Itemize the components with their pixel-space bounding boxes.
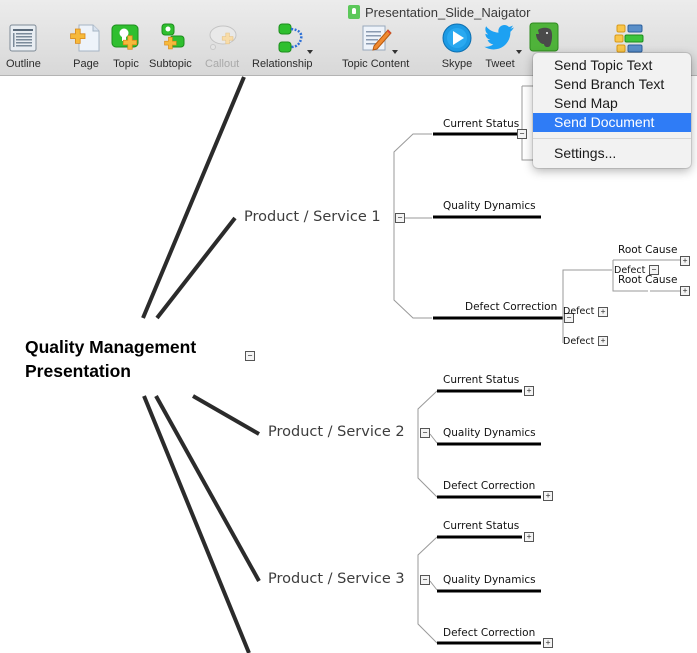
topic-quality-dynamics[interactable]: Quality Dynamics bbox=[443, 200, 536, 212]
topic-current-status[interactable]: Current Status bbox=[443, 118, 519, 130]
central-topic-line1: Quality Management bbox=[25, 337, 197, 357]
ps1-connectors bbox=[393, 133, 432, 319]
menu-item-send-document[interactable]: Send Document bbox=[533, 113, 691, 132]
branch-line-ps2 bbox=[192, 394, 260, 436]
topic-defect-correction[interactable]: Defect Correction bbox=[443, 480, 535, 492]
menu-item-send-branch-text[interactable]: Send Branch Text bbox=[533, 75, 691, 94]
expand-defect-correction-toggle[interactable]: + bbox=[543, 638, 553, 648]
menu-item-send-topic-text[interactable]: Send Topic Text bbox=[533, 56, 691, 75]
expand-current-status-toggle[interactable]: + bbox=[524, 386, 534, 396]
evernote-dropdown-menu: Send Topic Text Send Branch Text Send Ma… bbox=[533, 53, 691, 168]
menu-separator bbox=[533, 138, 691, 139]
topic-product-service-2[interactable]: Product / Service 2 bbox=[268, 424, 405, 440]
collapse-ps2-toggle[interactable]: − bbox=[420, 428, 430, 438]
menu-item-settings[interactable]: Settings... bbox=[533, 144, 691, 163]
topic-root-cause[interactable]: Root Cause bbox=[618, 244, 677, 256]
collapse-central-toggle[interactable]: − bbox=[245, 351, 255, 361]
branch-line bbox=[141, 76, 246, 319]
topic-defect[interactable]: Defect bbox=[563, 306, 594, 317]
collapse-ps3-toggle[interactable]: − bbox=[420, 575, 430, 585]
topic-defect-correction[interactable]: Defect Correction bbox=[465, 301, 557, 313]
expand-root-cause-toggle[interactable]: + bbox=[680, 286, 690, 296]
expand-defect-correction-toggle[interactable]: + bbox=[543, 491, 553, 501]
topic-product-service-3[interactable]: Product / Service 3 bbox=[268, 571, 405, 587]
branch-line-ps1 bbox=[155, 216, 237, 320]
expand-defect-toggle[interactable]: + bbox=[598, 336, 608, 346]
topic-defect-correction[interactable]: Defect Correction bbox=[443, 627, 535, 639]
ps3-connectors bbox=[417, 536, 438, 644]
topic-product-service-1[interactable]: Product / Service 1 bbox=[244, 209, 381, 225]
topic-defect[interactable]: Defect bbox=[563, 336, 594, 347]
app-window: Presentation_Slide_Naigator Outline Page… bbox=[0, 0, 697, 653]
ps2-connectors bbox=[417, 390, 438, 498]
menu-item-send-map[interactable]: Send Map bbox=[533, 94, 691, 113]
central-topic-line2: Presentation bbox=[25, 361, 131, 381]
collapse-ps1-toggle[interactable]: − bbox=[395, 213, 405, 223]
topic-root-cause[interactable]: Root Cause bbox=[618, 274, 677, 286]
branch-line bbox=[142, 395, 251, 653]
topic-current-status[interactable]: Current Status bbox=[443, 520, 519, 532]
topic-quality-dynamics[interactable]: Quality Dynamics bbox=[443, 427, 536, 439]
central-topic[interactable]: Quality Management Presentation bbox=[25, 335, 196, 383]
expand-defect-toggle[interactable]: + bbox=[598, 307, 608, 317]
collapse-current-status-toggle[interactable]: − bbox=[517, 129, 527, 139]
topic-quality-dynamics[interactable]: Quality Dynamics bbox=[443, 574, 536, 586]
expand-current-status-toggle[interactable]: + bbox=[524, 532, 534, 542]
expand-root-cause-toggle[interactable]: + bbox=[680, 256, 690, 266]
topic-current-status[interactable]: Current Status bbox=[443, 374, 519, 386]
